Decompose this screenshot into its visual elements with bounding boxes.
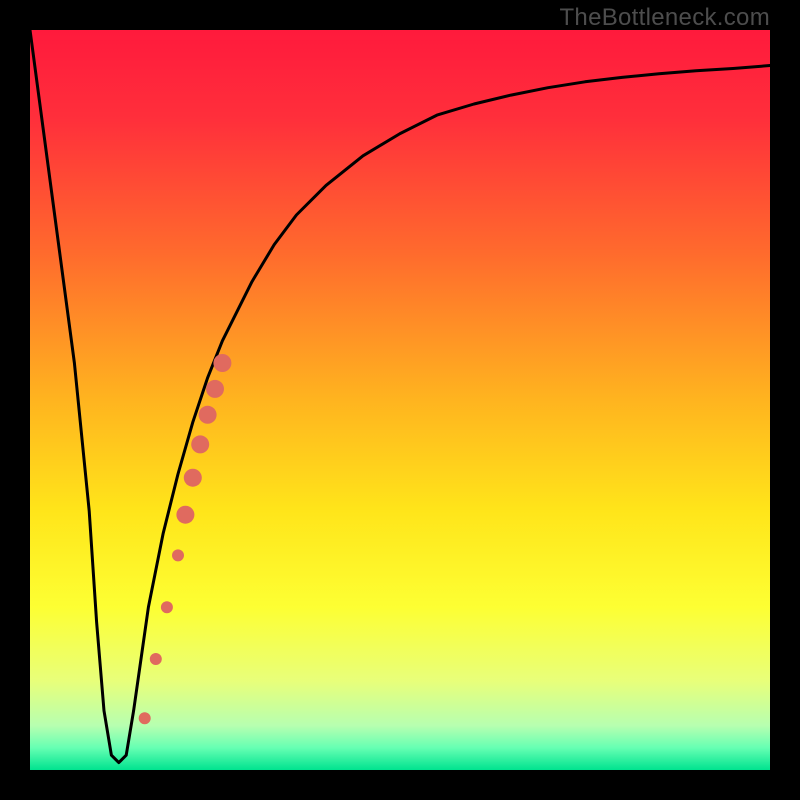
data-marker [199, 406, 217, 424]
watermark-text: TheBottleneck.com [559, 4, 770, 32]
data-marker [139, 712, 151, 724]
data-marker [184, 469, 202, 487]
data-marker [206, 380, 224, 398]
data-marker [150, 653, 162, 665]
data-marker [176, 506, 194, 524]
data-marker [172, 549, 184, 561]
data-marker [191, 435, 209, 453]
chart-svg [30, 30, 770, 770]
plot-area [30, 30, 770, 770]
data-marker [213, 354, 231, 372]
chart-frame: TheBottleneck.com [0, 0, 800, 800]
data-marker [161, 601, 173, 613]
